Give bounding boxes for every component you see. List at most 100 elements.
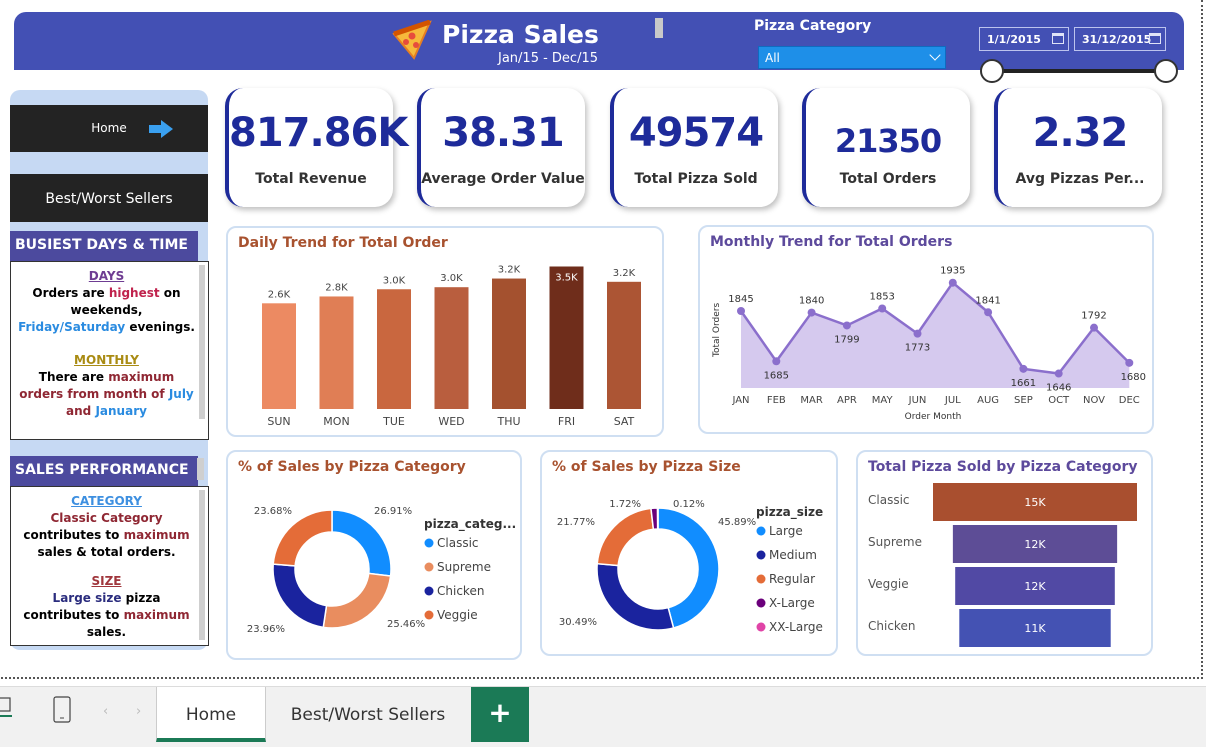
monthly-x-tick: APR bbox=[837, 395, 857, 406]
drag-handle[interactable] bbox=[655, 18, 663, 38]
daily-bar-label: 2.6K bbox=[268, 289, 291, 300]
kpi-card-avg-pizzas-per-order[interactable]: 2.32 Avg Pizzas Per... bbox=[994, 88, 1162, 207]
size-sales-panel[interactable]: % of Sales by Pizza Size pizza_size 45.8… bbox=[540, 450, 838, 656]
daily-trend-panel[interactable]: Daily Trend for Total Order 2.6K SUN 2.8K M… bbox=[226, 226, 664, 437]
category-donut-chart: pizza_categ... 26.91% 25.46% 23.96% 23.68% C… bbox=[247, 506, 516, 635]
daily-bar-label: 3.0K bbox=[383, 275, 406, 286]
chevron-right-icon[interactable]: › bbox=[136, 704, 141, 719]
size-text: Large size pizza contributes to maximum … bbox=[17, 590, 196, 641]
daily-x-tick: WED bbox=[438, 415, 464, 428]
category-legend-item: Chicken bbox=[437, 584, 484, 598]
pizza-sold-by-category-panel[interactable]: Total Pizza Sold by Pizza Category 15K Cl… bbox=[856, 450, 1153, 656]
add-page-button[interactable]: + bbox=[471, 687, 529, 742]
monthly-january: January bbox=[95, 404, 147, 418]
category-text-1: contributes to bbox=[23, 528, 120, 542]
category-slice-label: 23.68% bbox=[254, 506, 292, 517]
daily-bar-label: 3.2K bbox=[498, 265, 521, 276]
kpi-label: Total Pizza Sold bbox=[634, 171, 758, 187]
category-highlight: Classic Category bbox=[50, 511, 163, 525]
size-slice bbox=[596, 507, 655, 567]
size-legend-swatch bbox=[756, 574, 766, 584]
date-range-slider[interactable] bbox=[992, 69, 1166, 73]
kpi-card-total-revenue[interactable]: 817.86K Total Revenue bbox=[225, 88, 408, 207]
date-slider-end-handle[interactable] bbox=[1154, 59, 1178, 83]
monthly-x-tick: MAR bbox=[800, 395, 822, 406]
size-slice bbox=[596, 562, 675, 631]
tab-home-label: Home bbox=[185, 705, 237, 725]
daily-trend-chart: 2.6K SUN 2.8K MON 3.0K TUE 3.0K WED 3.2K THU 3.5K F… bbox=[262, 265, 641, 428]
monthly-x-tick: JUL bbox=[944, 395, 961, 406]
tab-best-worst-label: Best/Worst Sellers bbox=[290, 705, 446, 725]
daily-bar bbox=[377, 289, 411, 409]
page-title: Pizza Sales bbox=[442, 20, 599, 49]
nav-home-button[interactable]: Home bbox=[10, 105, 208, 152]
monthly-point bbox=[1090, 323, 1098, 332]
end-date-value: 31/12/2015 bbox=[1082, 33, 1152, 46]
category-slice bbox=[272, 563, 328, 629]
category-text: Classic Category contributes to maximum … bbox=[17, 510, 196, 561]
monthly-point-label: 1773 bbox=[905, 343, 930, 354]
arrow-right-icon bbox=[149, 120, 173, 138]
daily-x-tick: TUE bbox=[382, 415, 405, 428]
start-date-input[interactable]: 1/1/2015 bbox=[979, 27, 1069, 51]
chevron-left-icon[interactable]: ‹ bbox=[103, 704, 108, 719]
desktop-layout-icon[interactable] bbox=[0, 697, 14, 717]
daily-bar-label: 2.8K bbox=[325, 282, 348, 293]
monthly-point bbox=[807, 308, 816, 317]
chevron-down-icon bbox=[929, 49, 941, 61]
daily-bar bbox=[434, 287, 469, 409]
category-sales-panel[interactable]: % of Sales by Pizza Category pizza_categ… bbox=[226, 450, 522, 660]
size-highlight-2: maximum bbox=[123, 608, 190, 622]
start-date-value: 1/1/2015 bbox=[987, 33, 1041, 46]
funnel-bar-label: 11K bbox=[1024, 622, 1046, 635]
calendar-icon[interactable] bbox=[1149, 33, 1161, 44]
tab-home[interactable]: Home bbox=[156, 687, 266, 742]
category-slice-label: 26.91% bbox=[374, 506, 412, 517]
monthly-y-axis-label: Total Orders bbox=[712, 303, 722, 358]
size-legend-item: Regular bbox=[769, 572, 815, 586]
category-legend-item: Veggie bbox=[437, 608, 478, 622]
kpi-card-average-order-value[interactable]: 38.31 Average Order Value bbox=[417, 88, 585, 207]
tab-best-worst-sellers[interactable]: Best/Worst Sellers bbox=[268, 687, 468, 742]
size-legend-swatch bbox=[756, 622, 766, 632]
notes-scrollbar[interactable] bbox=[199, 490, 205, 640]
size-slice-label: 30.49% bbox=[559, 617, 597, 628]
monthly-x-tick: OCT bbox=[1048, 395, 1070, 406]
monthly-point bbox=[948, 278, 957, 287]
kpi-label: Avg Pizzas Per... bbox=[1015, 171, 1145, 187]
date-slider-start-handle[interactable] bbox=[980, 59, 1004, 83]
category-title: CATEGORY bbox=[71, 494, 142, 508]
monthly-point bbox=[772, 357, 781, 366]
funnel-category-label: Classic bbox=[868, 493, 910, 507]
nav-best-worst-button[interactable]: Best/Worst Sellers bbox=[10, 174, 208, 222]
category-slice-label: 23.96% bbox=[247, 624, 285, 635]
notes-scrollbar[interactable] bbox=[199, 265, 205, 419]
kpi-card-total-pizza-sold[interactable]: 49574 Total Pizza Sold bbox=[610, 88, 778, 207]
monthly-text: There are maximum orders from month of J… bbox=[17, 369, 196, 420]
calendar-icon[interactable] bbox=[1052, 33, 1064, 44]
category-slice bbox=[272, 509, 333, 567]
monthly-trend-panel[interactable]: Monthly Trend for Total Orders Total Ord… bbox=[698, 225, 1154, 434]
size-slice-label: 45.89% bbox=[718, 517, 756, 528]
category-highlight-2: maximum bbox=[123, 528, 190, 542]
category-legend-swatch bbox=[424, 538, 434, 548]
monthly-point bbox=[878, 304, 887, 313]
kpi-card-total-orders[interactable]: 21350 Total Orders bbox=[802, 88, 970, 207]
monthly-x-axis-label: Order Month bbox=[905, 412, 962, 422]
monthly-point-label: 1792 bbox=[1081, 311, 1106, 322]
kpi-value: 2.32 bbox=[1032, 110, 1129, 156]
category-legend-swatch bbox=[424, 610, 434, 620]
monthly-point bbox=[1125, 358, 1134, 367]
monthly-point bbox=[913, 329, 922, 338]
monthly-point-label: 1853 bbox=[869, 291, 894, 302]
monthly-point-label: 1680 bbox=[1121, 372, 1146, 383]
size-slice-label: 21.77% bbox=[557, 517, 595, 528]
monthly-x-tick: DEC bbox=[1119, 395, 1140, 406]
end-date-input[interactable]: 31/12/2015 bbox=[1074, 27, 1166, 51]
category-filter-value: All bbox=[765, 51, 780, 65]
daily-x-tick: SAT bbox=[614, 415, 635, 428]
kpi-value: 21350 bbox=[834, 122, 942, 160]
mobile-layout-icon[interactable] bbox=[53, 696, 73, 724]
category-filter-select[interactable]: All bbox=[758, 46, 946, 69]
daily-bar-label: 3.5K bbox=[555, 272, 578, 283]
